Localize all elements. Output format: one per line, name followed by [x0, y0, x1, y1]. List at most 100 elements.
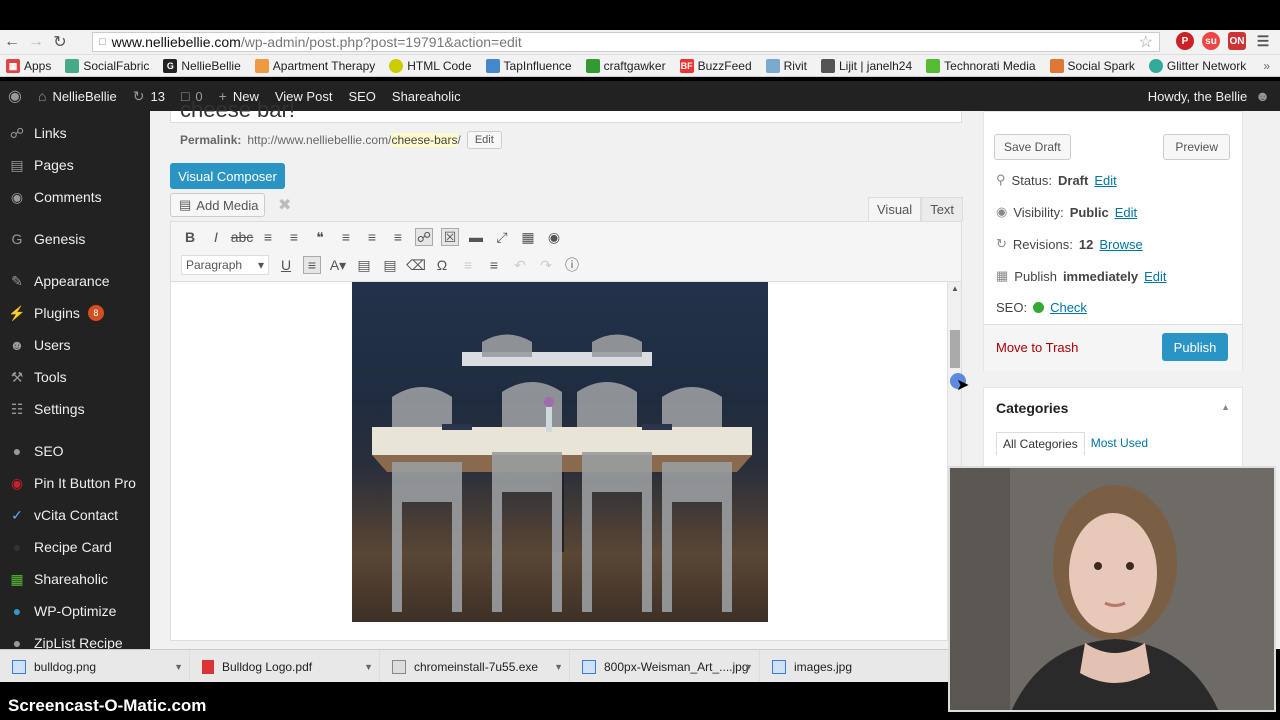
bookmark-item[interactable]: TapInfluence [485, 58, 572, 73]
back-icon[interactable]: ← [0, 33, 24, 51]
chevron-down-icon[interactable]: ▼ [744, 662, 753, 672]
align-left-icon[interactable]: ≡ [337, 228, 355, 246]
scrollbar-thumb[interactable] [950, 330, 960, 368]
browse-revisions-link[interactable]: Browse [1099, 237, 1142, 252]
download-item[interactable]: Bulldog Logo.pdf ▼ [190, 650, 380, 683]
bookmark-item[interactable]: craftgawker [585, 58, 666, 73]
insert-more-icon[interactable]: ▬ [467, 228, 485, 246]
sidebar-item-shareaholic[interactable]: ▦ Shareaholic [0, 563, 150, 595]
bookmark-item[interactable]: Technorati Media [926, 58, 1036, 73]
help-icon[interactable]: ⓘ [563, 256, 581, 274]
download-item[interactable]: images.jpg [760, 650, 950, 683]
align-right-icon[interactable]: ≡ [389, 228, 407, 246]
italic-icon[interactable]: I [207, 228, 225, 246]
blockquote-icon[interactable]: ❝ [311, 228, 329, 246]
sidebar-item-appearance[interactable]: ✎ Appearance [0, 265, 150, 297]
seo-check-link[interactable]: Check [1050, 300, 1087, 315]
post-image[interactable] [352, 282, 768, 622]
bullet-list-icon[interactable]: ≡ [259, 228, 277, 246]
visibility-edit-link[interactable]: Edit [1115, 205, 1137, 220]
paste-text-icon[interactable]: ▤ [355, 256, 373, 274]
stumbleupon-icon[interactable]: su [1202, 32, 1220, 50]
numbered-list-icon[interactable]: ≡ [285, 228, 303, 246]
bookmark-item[interactable]: G NellieBellie [163, 58, 241, 73]
site-name-link[interactable]: ⌂ NellieBellie [30, 81, 125, 111]
sidebar-item-comments[interactable]: ◉ Comments [0, 181, 150, 213]
forward-icon[interactable]: → [24, 33, 48, 51]
underline-icon[interactable]: U [277, 256, 295, 274]
chevron-down-icon[interactable]: ▼ [364, 662, 373, 672]
clear-formatting-icon[interactable]: ⌫ [406, 256, 426, 274]
tab-most-used[interactable]: Most Used [1085, 432, 1154, 455]
shareaholic-link[interactable]: Shareaholic [384, 81, 469, 111]
bookmark-item[interactable]: Rivit [765, 58, 807, 73]
sidebar-item-tools[interactable]: ⚒ Tools [0, 361, 150, 393]
download-item[interactable]: bulldog.png ▼ [0, 650, 190, 683]
add-media-button[interactable]: ▤ Add Media [170, 193, 265, 217]
account-menu[interactable]: Howdy, the Bellie ☻ [1148, 81, 1270, 111]
bookmark-star-icon[interactable]: ☆ [1139, 32, 1153, 52]
chevron-down-icon[interactable]: ▼ [174, 662, 183, 672]
download-item[interactable]: 800px-Weisman_Art_....jpg ▼ [570, 650, 760, 683]
tab-text[interactable]: Text [921, 197, 964, 221]
format-select[interactable]: Paragraph ▾ [181, 255, 269, 275]
schedule-edit-link[interactable]: Edit [1144, 269, 1166, 284]
sidebar-item-pin-it[interactable]: ◉ Pin It Button Pro [0, 467, 150, 499]
sidebar-item-ziplist[interactable]: ● ZipList Recipe [0, 627, 150, 649]
bookmark-item[interactable]: Social Spark [1049, 58, 1135, 73]
on-extension-icon[interactable]: ON [1228, 32, 1246, 50]
insert-link-icon[interactable]: ☍ [415, 228, 433, 246]
download-item[interactable]: chromeinstall-7u55.exe ▼ [380, 650, 570, 683]
scroll-up-icon[interactable]: ▲ [951, 284, 959, 293]
reload-icon[interactable]: ↻ [48, 32, 72, 52]
justify-icon[interactable]: ≡ [303, 256, 321, 274]
bookmark-item[interactable]: Lijit | janelh24 [820, 58, 912, 73]
seo-link[interactable]: SEO [340, 81, 383, 111]
align-center-icon[interactable]: ≡ [363, 228, 381, 246]
vc-tool-icon[interactable]: ✖ [278, 195, 291, 215]
sidebar-item-wp-optimize[interactable]: ● WP-Optimize [0, 595, 150, 627]
fullscreen-icon[interactable]: ⤢ [493, 228, 511, 246]
indent-icon[interactable]: ≡ [485, 256, 503, 274]
collapse-icon[interactable]: ▲ [1221, 402, 1230, 412]
edit-permalink-button[interactable]: Edit [466, 131, 502, 149]
bookmark-item[interactable]: Apartment Therapy [254, 58, 375, 73]
recipe-plugin-icon[interactable]: ◉ [545, 228, 563, 246]
outdent-icon[interactable]: ≡ [459, 256, 477, 274]
publish-button[interactable]: Publish [1162, 333, 1228, 361]
sidebar-item-users[interactable]: ☻ Users [0, 329, 150, 361]
remove-link-icon[interactable]: ☒ [441, 228, 459, 246]
text-color-icon[interactable]: A▾ [329, 256, 347, 274]
sidebar-item-settings[interactable]: ☷ Settings [0, 393, 150, 425]
bookmark-item[interactable]: SocialFabric [65, 58, 149, 73]
bold-icon[interactable]: B [181, 228, 199, 246]
chevron-down-icon[interactable]: ▼ [554, 662, 563, 672]
move-to-trash-link[interactable]: Move to Trash [996, 340, 1078, 355]
address-bar[interactable]: □ www.nelliebellie.com/wp-admin/post.php… [92, 32, 1160, 52]
tab-visual[interactable]: Visual [868, 197, 922, 221]
sidebar-item-seo[interactable]: ● SEO [0, 435, 150, 467]
save-draft-button[interactable]: Save Draft [994, 134, 1071, 160]
sidebar-item-links[interactable]: ☍ Links [0, 117, 150, 149]
bookmark-item[interactable]: ▦ Apps [6, 58, 51, 73]
paste-word-icon[interactable]: ▤ [381, 256, 399, 274]
wordpress-logo-icon[interactable]: ◉ [0, 81, 30, 111]
bookmark-item[interactable]: Glitter Network [1148, 58, 1246, 73]
strikethrough-icon[interactable]: abc [231, 228, 254, 246]
sidebar-item-pages[interactable]: ▤ Pages [0, 149, 150, 181]
bookmark-item[interactable]: BF BuzzFeed [679, 58, 752, 73]
toolbar-toggle-icon[interactable]: ▦ [519, 228, 537, 246]
more-bookmarks-icon[interactable]: » [1263, 59, 1270, 73]
preview-button[interactable]: Preview [1163, 134, 1230, 160]
tab-all-categories[interactable]: All Categories [996, 432, 1085, 455]
updates-link[interactable]: ↻ 13 [125, 81, 173, 111]
bookmark-item[interactable]: HTML Code [389, 58, 472, 73]
visual-composer-button[interactable]: Visual Composer [170, 163, 285, 189]
sidebar-item-plugins[interactable]: ⚡ Plugins 8 [0, 297, 150, 329]
editor-content-area[interactable]: ▲ [170, 281, 962, 641]
sidebar-item-genesis[interactable]: G Genesis [0, 223, 150, 255]
pinterest-icon[interactable]: P [1176, 32, 1194, 50]
sidebar-item-vcita[interactable]: ✓ vCita Contact [0, 499, 150, 531]
undo-icon[interactable]: ↶ [511, 256, 529, 274]
redo-icon[interactable]: ↷ [537, 256, 555, 274]
